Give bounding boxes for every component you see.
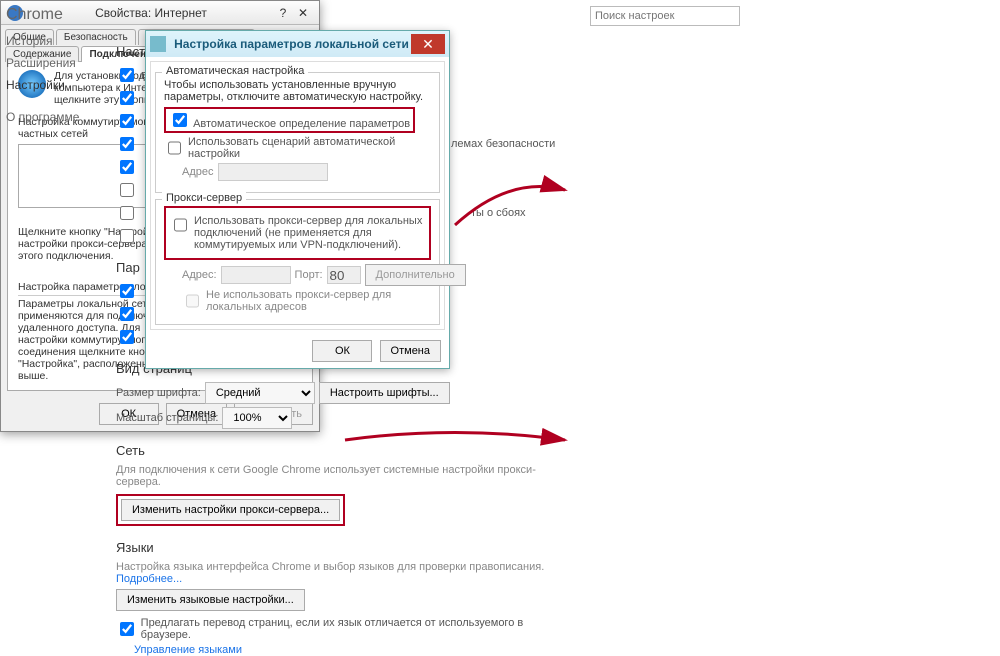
opt-checkbox[interactable] <box>120 114 134 128</box>
lang-desc: Настройка языка интерфейса Chrome и выбо… <box>116 561 544 573</box>
network-desc: Для подключения к сети Google Chrome исп… <box>116 464 566 488</box>
chrome-title: Chrome <box>6 6 566 24</box>
opt-checkbox[interactable] <box>120 330 134 344</box>
lan-dialog-title: Настройка параметров локальной сети <box>172 37 411 51</box>
change-lang-button[interactable]: Изменить языковые настройки... <box>116 589 305 611</box>
bypass-local-checkbox <box>186 294 199 308</box>
customize-fonts-button[interactable]: Настроить шрифты... <box>319 382 450 404</box>
opt-checkbox[interactable] <box>120 206 134 220</box>
nav-history[interactable]: История <box>6 30 116 52</box>
proxy-port-input <box>327 266 361 284</box>
proxy-port-label: Порт: <box>295 269 323 281</box>
auto-config-group: Автоматическая настройка <box>162 65 308 77</box>
proxy-advanced-button: Дополнительно <box>365 264 466 286</box>
opt-checkbox[interactable] <box>120 68 134 82</box>
use-script-checkbox[interactable] <box>168 141 181 155</box>
nav-settings[interactable]: Настройки <box>6 74 116 96</box>
opt-checkbox[interactable] <box>120 229 134 243</box>
nav-extensions[interactable]: Расширения <box>6 52 116 74</box>
opt-checkbox[interactable] <box>120 284 134 298</box>
lan-cancel-button[interactable]: Отмена <box>380 340 441 362</box>
font-size-select[interactable]: Средний <box>205 382 315 404</box>
auto-detect-label: Автоматическое определение параметров <box>193 118 410 130</box>
auto-config-desc: Чтобы использовать установленные вручную… <box>164 79 431 103</box>
opt-checkbox[interactable] <box>120 183 134 197</box>
manage-languages-link[interactable]: Управление языками <box>134 644 566 656</box>
languages-heading: Языки <box>116 540 566 555</box>
search-settings-input[interactable] <box>590 6 740 26</box>
opt-checkbox[interactable] <box>120 307 134 321</box>
opt-checkbox[interactable] <box>120 160 134 174</box>
proxy-address-input <box>221 266 291 284</box>
opt-checkbox[interactable] <box>120 137 134 151</box>
lang-more-link[interactable]: Подробнее... <box>116 573 182 585</box>
use-script-label: Использовать сценарий автоматической нас… <box>188 136 431 160</box>
page-zoom-select[interactable]: 100% <box>222 407 292 429</box>
lan-ok-button[interactable]: ОК <box>312 340 372 362</box>
chrome-sidebar: История Расширения Настройки О программе <box>6 30 116 656</box>
auto-detect-checkbox[interactable] <box>173 113 187 127</box>
bypass-local-label: Не использовать прокси-сервер для локаль… <box>206 289 431 313</box>
font-size-label: Размер шрифта: <box>116 387 201 399</box>
use-proxy-label: Использовать прокси-сервер для локальных… <box>194 215 425 251</box>
close-icon[interactable]: ✕ <box>411 34 445 54</box>
change-proxy-button[interactable]: Изменить настройки прокси-сервера... <box>121 499 340 521</box>
page-zoom-label: Масштаб страницы: <box>116 412 218 424</box>
proxy-address-label: Адрес: <box>182 269 217 281</box>
use-proxy-checkbox[interactable] <box>174 218 187 232</box>
offer-translate-checkbox[interactable] <box>120 622 134 636</box>
script-address-input <box>218 163 328 181</box>
opt-checkbox[interactable] <box>120 91 134 105</box>
globe-icon <box>150 36 166 52</box>
network-heading: Сеть <box>116 443 566 458</box>
proxy-group: Прокси-сервер <box>162 192 246 204</box>
nav-about[interactable]: О программе <box>6 106 116 128</box>
lan-settings-dialog: Настройка параметров локальной сети ✕ Ав… <box>145 30 450 369</box>
script-address-label: Адрес <box>182 166 214 178</box>
offer-translate-label: Предлагать перевод страниц, если их язык… <box>141 617 566 641</box>
